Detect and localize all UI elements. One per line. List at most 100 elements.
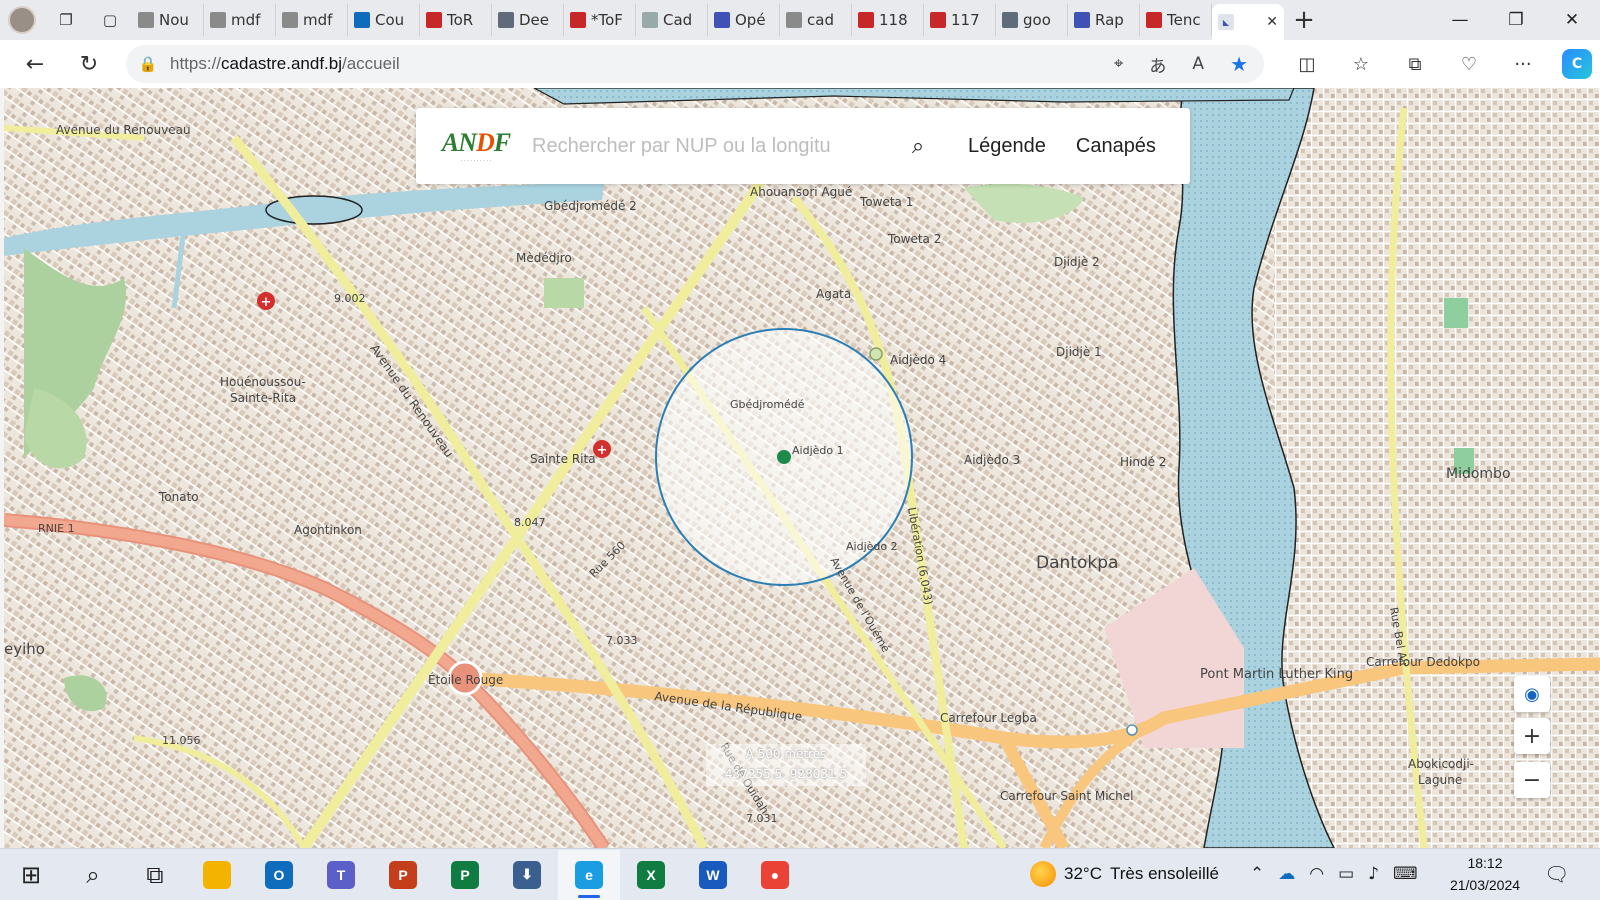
zoom-out-button[interactable]: − [1514,762,1550,798]
powerpoint-icon[interactable]: P [372,850,434,900]
excel-icon[interactable]: X [620,850,682,900]
project-glyph: P [451,860,479,889]
close-tab-icon[interactable]: ✕ [1266,14,1278,30]
edge-icon[interactable]: e [558,849,620,900]
browser-toolbar: ← ↻ 🔒 https://cadastre.andf.bj/accueil ⌖… [0,40,1600,88]
project-icon[interactable]: P [434,850,496,900]
poi-marker [1126,724,1138,736]
tab-10[interactable]: 118 [852,4,924,36]
pdf-icon [930,12,946,28]
word-glyph: W [699,860,727,889]
cadastre-map[interactable]: + + Avenue du Renouveau Gbédjromédé 2 Mèdé… [4,88,1600,848]
start-icon[interactable]: ⊞ [0,850,62,900]
tab-12[interactable]: goo [996,4,1068,36]
tab-14[interactable]: Tenc [1140,4,1212,36]
map-label: Midombo [1446,466,1511,482]
svg-text:+: + [261,295,272,310]
search-icon[interactable]: ⌕ [62,850,124,900]
browser-essentials-icon[interactable]: ♡ [1442,44,1496,84]
split-screen-icon[interactable]: ◫ [1280,44,1334,84]
volume-icon[interactable]: ♪ [1368,864,1379,884]
address-bar[interactable]: 🔒 https://cadastre.andf.bj/accueil ⌖ あ A… [126,45,1264,83]
file-icon [282,12,298,28]
favorites-icon[interactable]: ☆ [1334,44,1388,84]
tab-label: *ToF [591,11,623,29]
crosshair-icon[interactable]: ◉ [1514,676,1550,712]
tab-actions-icon[interactable]: ▢ [88,0,132,40]
tab-label: Tenc [1167,11,1201,29]
notification-icon[interactable]: 🗨 [1544,862,1569,886]
map-label: eyiho [4,640,45,658]
clock[interactable]: 18:12 21/03/2024 [1440,852,1530,896]
map-label: Dantokpa [1036,553,1118,573]
map-canvas[interactable]: + + Avenue du Renouveau Gbédjromédé 2 Mèdé… [4,88,1600,848]
nup-search-input[interactable] [532,126,884,166]
search-icon[interactable]: ⌕ [898,134,938,159]
teams-icon[interactable]: T [310,850,372,900]
teams-glyph: T [327,860,355,889]
download-app-icon[interactable]: ⬇ [496,850,558,900]
map-label: Étoile Rouge [428,672,503,687]
outlook-icon[interactable]: O [248,850,310,900]
tab-7[interactable]: Cad [636,4,708,36]
copilot-icon[interactable]: C [1562,49,1592,79]
task-view-icon[interactable]: ⧉ [124,850,186,900]
chevron-up-icon[interactable]: ⌃ [1250,864,1264,884]
outlook-glyph: O [265,860,293,889]
search-glyph: ⌕ [86,860,100,889]
search-icon [1002,12,1018,28]
location-icon[interactable]: ⌖ [1114,54,1124,74]
download-app-glyph: ⬇ [513,860,541,889]
new-tab-button[interactable]: + [1284,0,1324,40]
word-icon[interactable]: W [682,850,744,900]
tab-11[interactable]: 117 [924,4,996,36]
keyboard-icon[interactable]: ⌨ [1393,864,1418,884]
weather-widget[interactable]: 32°C Très ensoleillé [1030,848,1219,900]
restore-button[interactable]: ❐ [1488,0,1544,40]
wifi-icon[interactable]: ◠ [1309,864,1324,884]
map-label: Aidjèdo 2 [846,540,898,553]
file-explorer-icon[interactable] [186,850,248,900]
notes-icon [138,12,154,28]
tab-8[interactable]: Opé [708,4,780,36]
location-marker[interactable] [777,450,791,464]
tab-1[interactable]: mdf [204,4,276,36]
tab-3[interactable]: Cou [348,4,420,36]
onedrive-icon[interactable]: ☁ [1278,864,1295,884]
lock-icon[interactable]: 🔒 [126,55,170,73]
close-window-button[interactable]: ✕ [1544,0,1600,40]
zoom-in-button[interactable]: + [1514,718,1550,754]
more-menu-icon[interactable]: ··· [1496,44,1550,84]
tab-active[interactable]: ◣ ✕ [1212,4,1284,40]
map-label: Houénoussou- [220,375,306,389]
tab-label: Dee [519,11,550,29]
tab-2[interactable]: mdf [276,4,348,36]
andf-icon [642,12,658,28]
tab-4[interactable]: ToR [420,4,492,36]
workspaces-icon[interactable]: ❐ [44,0,88,40]
tab-13[interactable]: Rap [1068,4,1140,36]
minimize-button[interactable]: — [1432,0,1488,40]
profile-button[interactable] [0,0,44,40]
tab-label: 118 [879,11,908,29]
translate-icon[interactable]: あ [1149,52,1166,77]
back-button[interactable]: ← [12,44,58,84]
file-explorer-glyph [203,860,231,889]
url-text[interactable]: https://cadastre.andf.bj/accueil [170,54,400,74]
favorite-star-icon[interactable]: ★ [1230,52,1248,76]
read-aloud-icon[interactable]: A [1192,54,1204,74]
tab-0[interactable]: Nou [132,4,204,36]
map-label: Abokicodji- [1408,757,1474,771]
canapes-link[interactable]: Canapés [1076,135,1156,158]
tab-5[interactable]: Dee [492,4,564,36]
chrome-icon[interactable]: ● [744,850,806,900]
legend-link[interactable]: Légende [968,135,1046,158]
tab-6[interactable]: *ToF [564,4,636,36]
battery-icon[interactable]: ▭ [1338,864,1354,884]
refresh-button[interactable]: ↻ [66,44,112,84]
tab-9[interactable]: cad [780,4,852,36]
system-tray: ⌃ ☁ ◠ ▭ ♪ ⌨ [1250,848,1418,900]
collections-icon[interactable]: ⧉ [1388,44,1442,84]
andf-logo[interactable]: ANDF · · · · · · · · · · [434,120,518,172]
pdf-icon [858,12,874,28]
